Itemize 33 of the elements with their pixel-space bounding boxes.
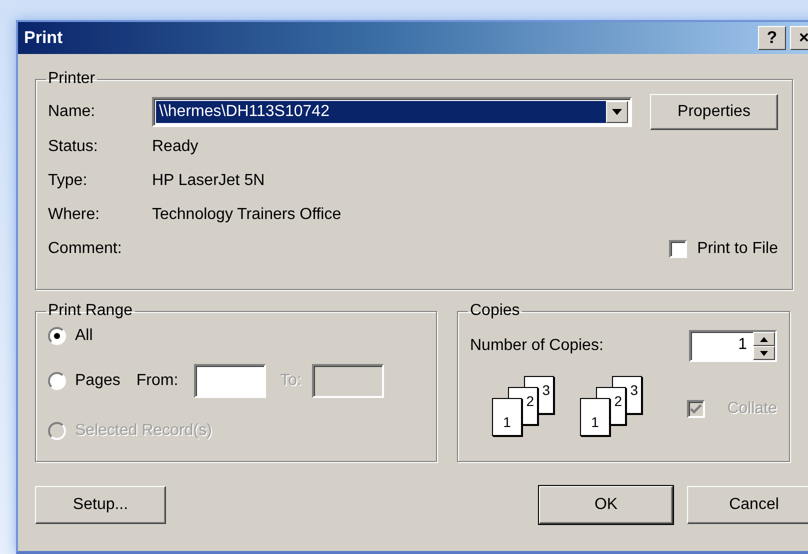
dialog-button[interactable]: OK [539, 486, 673, 524]
page-number-field[interactable] [194, 364, 266, 398]
field-label: Name: [48, 102, 96, 122]
field-label: From: [136, 371, 178, 391]
field-label: Where: [48, 205, 101, 225]
field-value: HP LaserJet 5N [152, 171, 265, 191]
dialog-button[interactable]: Setup... [35, 486, 166, 524]
field-value: Ready [152, 137, 198, 157]
page-sheet: 1 [492, 398, 522, 436]
group-label: Copies [469, 302, 521, 320]
help-button[interactable]: ? [758, 26, 786, 50]
field-label: Type: [48, 171, 88, 191]
properties-button[interactable]: Properties [650, 94, 778, 130]
window-title: Print [24, 27, 63, 50]
page-sheet: 1 [580, 398, 610, 436]
checkbox-label: Print to File [697, 239, 778, 259]
field-label: Number of Copies: [470, 336, 604, 356]
print-to-file-checkbox[interactable] [669, 240, 688, 258]
field-value: Technology Trainers Office [152, 205, 342, 225]
printer-dropdown[interactable]: \\hermes\DH113S10742 [152, 97, 632, 127]
field-label: Status: [48, 137, 99, 157]
spin-up-icon[interactable] [753, 332, 775, 346]
radio-label: Pages [75, 371, 120, 391]
radio-button[interactable] [48, 327, 66, 345]
group-label: Printer [47, 70, 96, 88]
dialog-button[interactable]: Cancel [687, 486, 808, 524]
radio-button[interactable] [48, 372, 66, 390]
close-button[interactable]: × [790, 26, 808, 50]
spin-down-icon[interactable] [753, 346, 775, 360]
copies-spinner[interactable]: 1 [689, 330, 777, 362]
radio-label: All [75, 326, 93, 346]
group-label: Print Range [47, 302, 134, 320]
field-label: Comment: [48, 239, 123, 259]
